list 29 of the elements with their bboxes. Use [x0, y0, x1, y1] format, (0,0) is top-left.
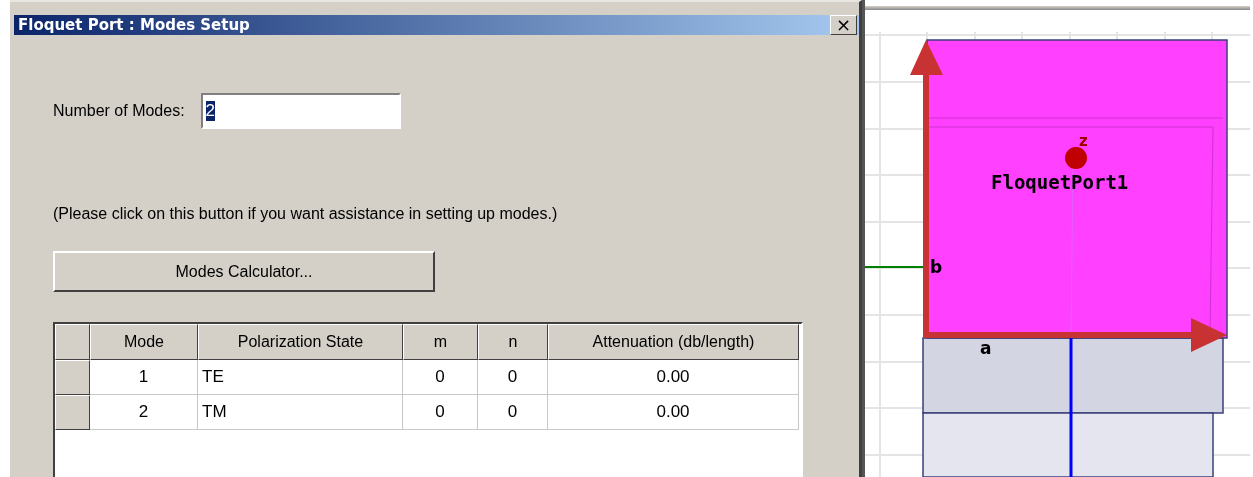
- table-cell: 0: [403, 360, 478, 395]
- input-field[interactable]: 2: [200, 93, 401, 129]
- axis-label: b: [930, 257, 943, 277]
- table-cell: 0: [478, 360, 548, 395]
- field-label: Number of Modes:: [53, 102, 185, 120]
- close-button[interactable]: ×: [830, 15, 857, 35]
- table-cell: 0: [478, 395, 548, 430]
- axis-label: z: [1079, 132, 1088, 150]
- column-header[interactable]: m: [403, 324, 478, 360]
- table-cell: 2: [90, 395, 198, 430]
- table-cell: TM: [198, 395, 403, 430]
- axis-line: [865, 266, 924, 268]
- port-label: FloquetPort1: [991, 171, 1129, 193]
- table-cell: 1: [90, 360, 198, 395]
- row-header[interactable]: [55, 395, 90, 430]
- row-header[interactable]: [55, 360, 90, 395]
- column-header[interactable]: n: [478, 324, 548, 360]
- column-header[interactable]: Polarization State: [198, 324, 403, 360]
- table-cell: 0: [403, 395, 478, 430]
- axis-label: a: [980, 338, 992, 358]
- table-cell: 0.00: [548, 395, 799, 430]
- port-marker-icon: [1065, 147, 1087, 169]
- table-cell: TE: [198, 360, 403, 395]
- hint-text: (Please click on this button if you want assistance in setting up modes.): [53, 205, 559, 223]
- modes-calculator-button[interactable]: Modes Calculator...: [53, 251, 435, 292]
- window-title: Floquet Port : Modes Setup: [18, 16, 250, 34]
- column-header[interactable]: Attenuation (db/length): [548, 324, 799, 360]
- column-header[interactable]: Mode: [90, 324, 198, 360]
- table-cell: 0.00: [548, 360, 799, 395]
